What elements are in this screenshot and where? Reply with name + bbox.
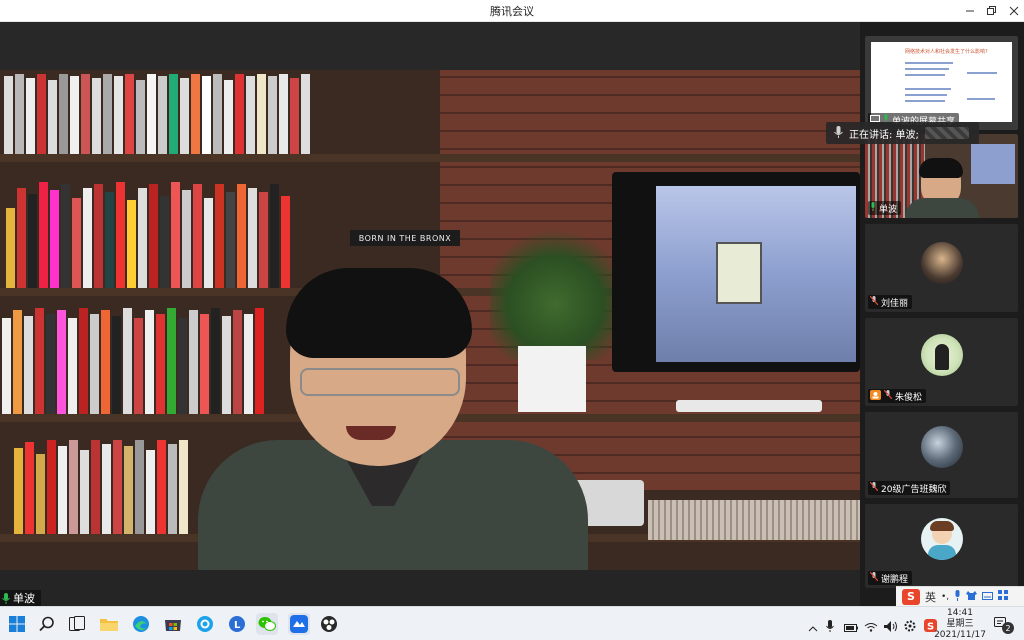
main-speaker-name: 单波 [13, 592, 35, 605]
mic-muted-icon [883, 389, 893, 402]
clock-weekday: 星期三 [946, 619, 974, 629]
speaker-person [198, 250, 598, 570]
tile-participant[interactable]: 朱俊松 [865, 318, 1018, 406]
avatar [921, 334, 963, 376]
punctuation-icon[interactable]: •, [941, 592, 949, 602]
microphone-icon[interactable] [826, 617, 842, 636]
store-icon[interactable] [162, 613, 184, 635]
clock-time: 14:41 [947, 608, 973, 618]
minimize-icon [966, 10, 974, 12]
system-tray: S [808, 617, 940, 636]
tile-label: 20级广告班魏欣 [868, 481, 951, 495]
tile-participant[interactable]: 谢鹏程 [865, 504, 1018, 588]
maximize-button[interactable] [980, 0, 1004, 22]
tile-screen-share[interactable]: 网络技术对人和社会发生了什么影响? 单波的屏幕共享 [865, 36, 1018, 130]
video-letterbox-top [0, 22, 860, 70]
windows-start-icon[interactable] [6, 613, 28, 635]
edge-icon[interactable] [130, 613, 152, 635]
main-speaker-label: 单波 [0, 590, 41, 606]
search-icon[interactable] [36, 613, 58, 635]
mic-on-icon [870, 202, 876, 214]
close-button[interactable] [1002, 0, 1024, 22]
tencent-meeting-window: 腾讯会议 BORN IN THE BRONX 单波 网络技术对人和社会发生了什么… [0, 0, 1024, 640]
window-title: 腾讯会议 [490, 5, 534, 18]
tile-participant[interactable]: 刘佳丽 [865, 224, 1018, 312]
file-explorer-icon[interactable] [98, 613, 120, 635]
tencent-meeting-icon[interactable] [288, 613, 310, 635]
shelf [0, 154, 860, 162]
notification-count-badge: 2 [1002, 622, 1014, 634]
mic-muted-icon [869, 295, 879, 308]
virtual-background: BORN IN THE BRONX [0, 70, 860, 570]
qq-browser-icon[interactable] [194, 613, 216, 635]
minimize-button[interactable] [958, 0, 982, 22]
clock-date: 2021/11/17 [934, 630, 986, 640]
settings-icon[interactable] [904, 617, 922, 636]
keyboard-icon[interactable] [982, 590, 994, 603]
main-video[interactable]: BORN IN THE BRONX [0, 22, 860, 606]
avatar [921, 518, 963, 560]
bookshelf-row [14, 434, 190, 534]
volume-icon[interactable] [884, 617, 902, 636]
obs-icon[interactable] [318, 613, 340, 635]
svg-text:L: L [234, 620, 241, 631]
task-view-icon[interactable] [66, 613, 88, 635]
chevron-up-icon[interactable] [808, 617, 822, 636]
tile-name: 刘佳丽 [881, 298, 909, 309]
tile-label: 谢鹏程 [868, 571, 913, 585]
close-icon [1009, 6, 1019, 16]
speaking-label: 正在讲话: 单波; [849, 129, 919, 141]
tile-label: 朱俊松 [868, 389, 927, 403]
wechat-icon[interactable] [256, 613, 278, 635]
tile-name: 20级广告班魏欣 [881, 484, 947, 495]
shared-slide-title: 网络技术对人和社会发生了什么影响? [905, 49, 988, 55]
voice-input-icon[interactable] [954, 589, 961, 604]
title-bar: 腾讯会议 [0, 0, 1024, 22]
video-letterbox-bottom [0, 570, 860, 606]
ime-language-toggle[interactable]: 英 [925, 589, 936, 605]
skin-icon[interactable] [966, 590, 978, 603]
notification-center[interactable]: 2 [994, 615, 1014, 634]
ime-toolbar: S 英 •, [896, 586, 1024, 606]
clock[interactable]: 14:41 星期三 2021/11/17 [930, 607, 990, 640]
wifi-icon[interactable] [864, 617, 882, 636]
avatar [921, 426, 963, 468]
tile-participant[interactable]: 20级广告班魏欣 [865, 412, 1018, 498]
tile-label: 刘佳丽 [868, 295, 913, 309]
speaking-indicator: 正在讲话: 单波; [826, 122, 979, 144]
participant-sidebar: 网络技术对人和社会发生了什么影响? 单波的屏幕共享 [860, 22, 1024, 606]
paper-stack [648, 500, 860, 540]
restore-icon [987, 6, 996, 15]
mic-muted-icon [869, 481, 879, 494]
bookshelf-row [4, 72, 312, 154]
battery-icon[interactable] [844, 617, 862, 636]
speaking-blur-mask [924, 127, 969, 139]
bronx-book: BORN IN THE BRONX [350, 230, 460, 246]
tile-name: 朱俊松 [895, 392, 923, 403]
speaking-mic-icon [834, 125, 843, 141]
tile-label: 单波 [868, 201, 902, 215]
background-monitor [612, 172, 860, 372]
avatar [921, 242, 963, 284]
tile-name: 谢鹏程 [881, 574, 909, 585]
taskbar: L S 14:41 星期三 2021/11/17 2 [0, 606, 1024, 640]
mic-muted-icon [869, 571, 879, 584]
background-keyboard [676, 400, 822, 412]
toolbox-icon[interactable] [998, 590, 1009, 603]
shared-slide-thumbnail: 网络技术对人和社会发生了什么影响? [871, 42, 1012, 122]
sogou-ime-logo[interactable]: S [902, 588, 920, 605]
tile-name: 单波 [879, 204, 898, 215]
tile-participant-video[interactable]: 单波 [865, 134, 1018, 218]
raise-hand-icon [870, 389, 881, 403]
app-l-icon[interactable]: L [226, 613, 248, 635]
microphone-icon [2, 592, 10, 604]
